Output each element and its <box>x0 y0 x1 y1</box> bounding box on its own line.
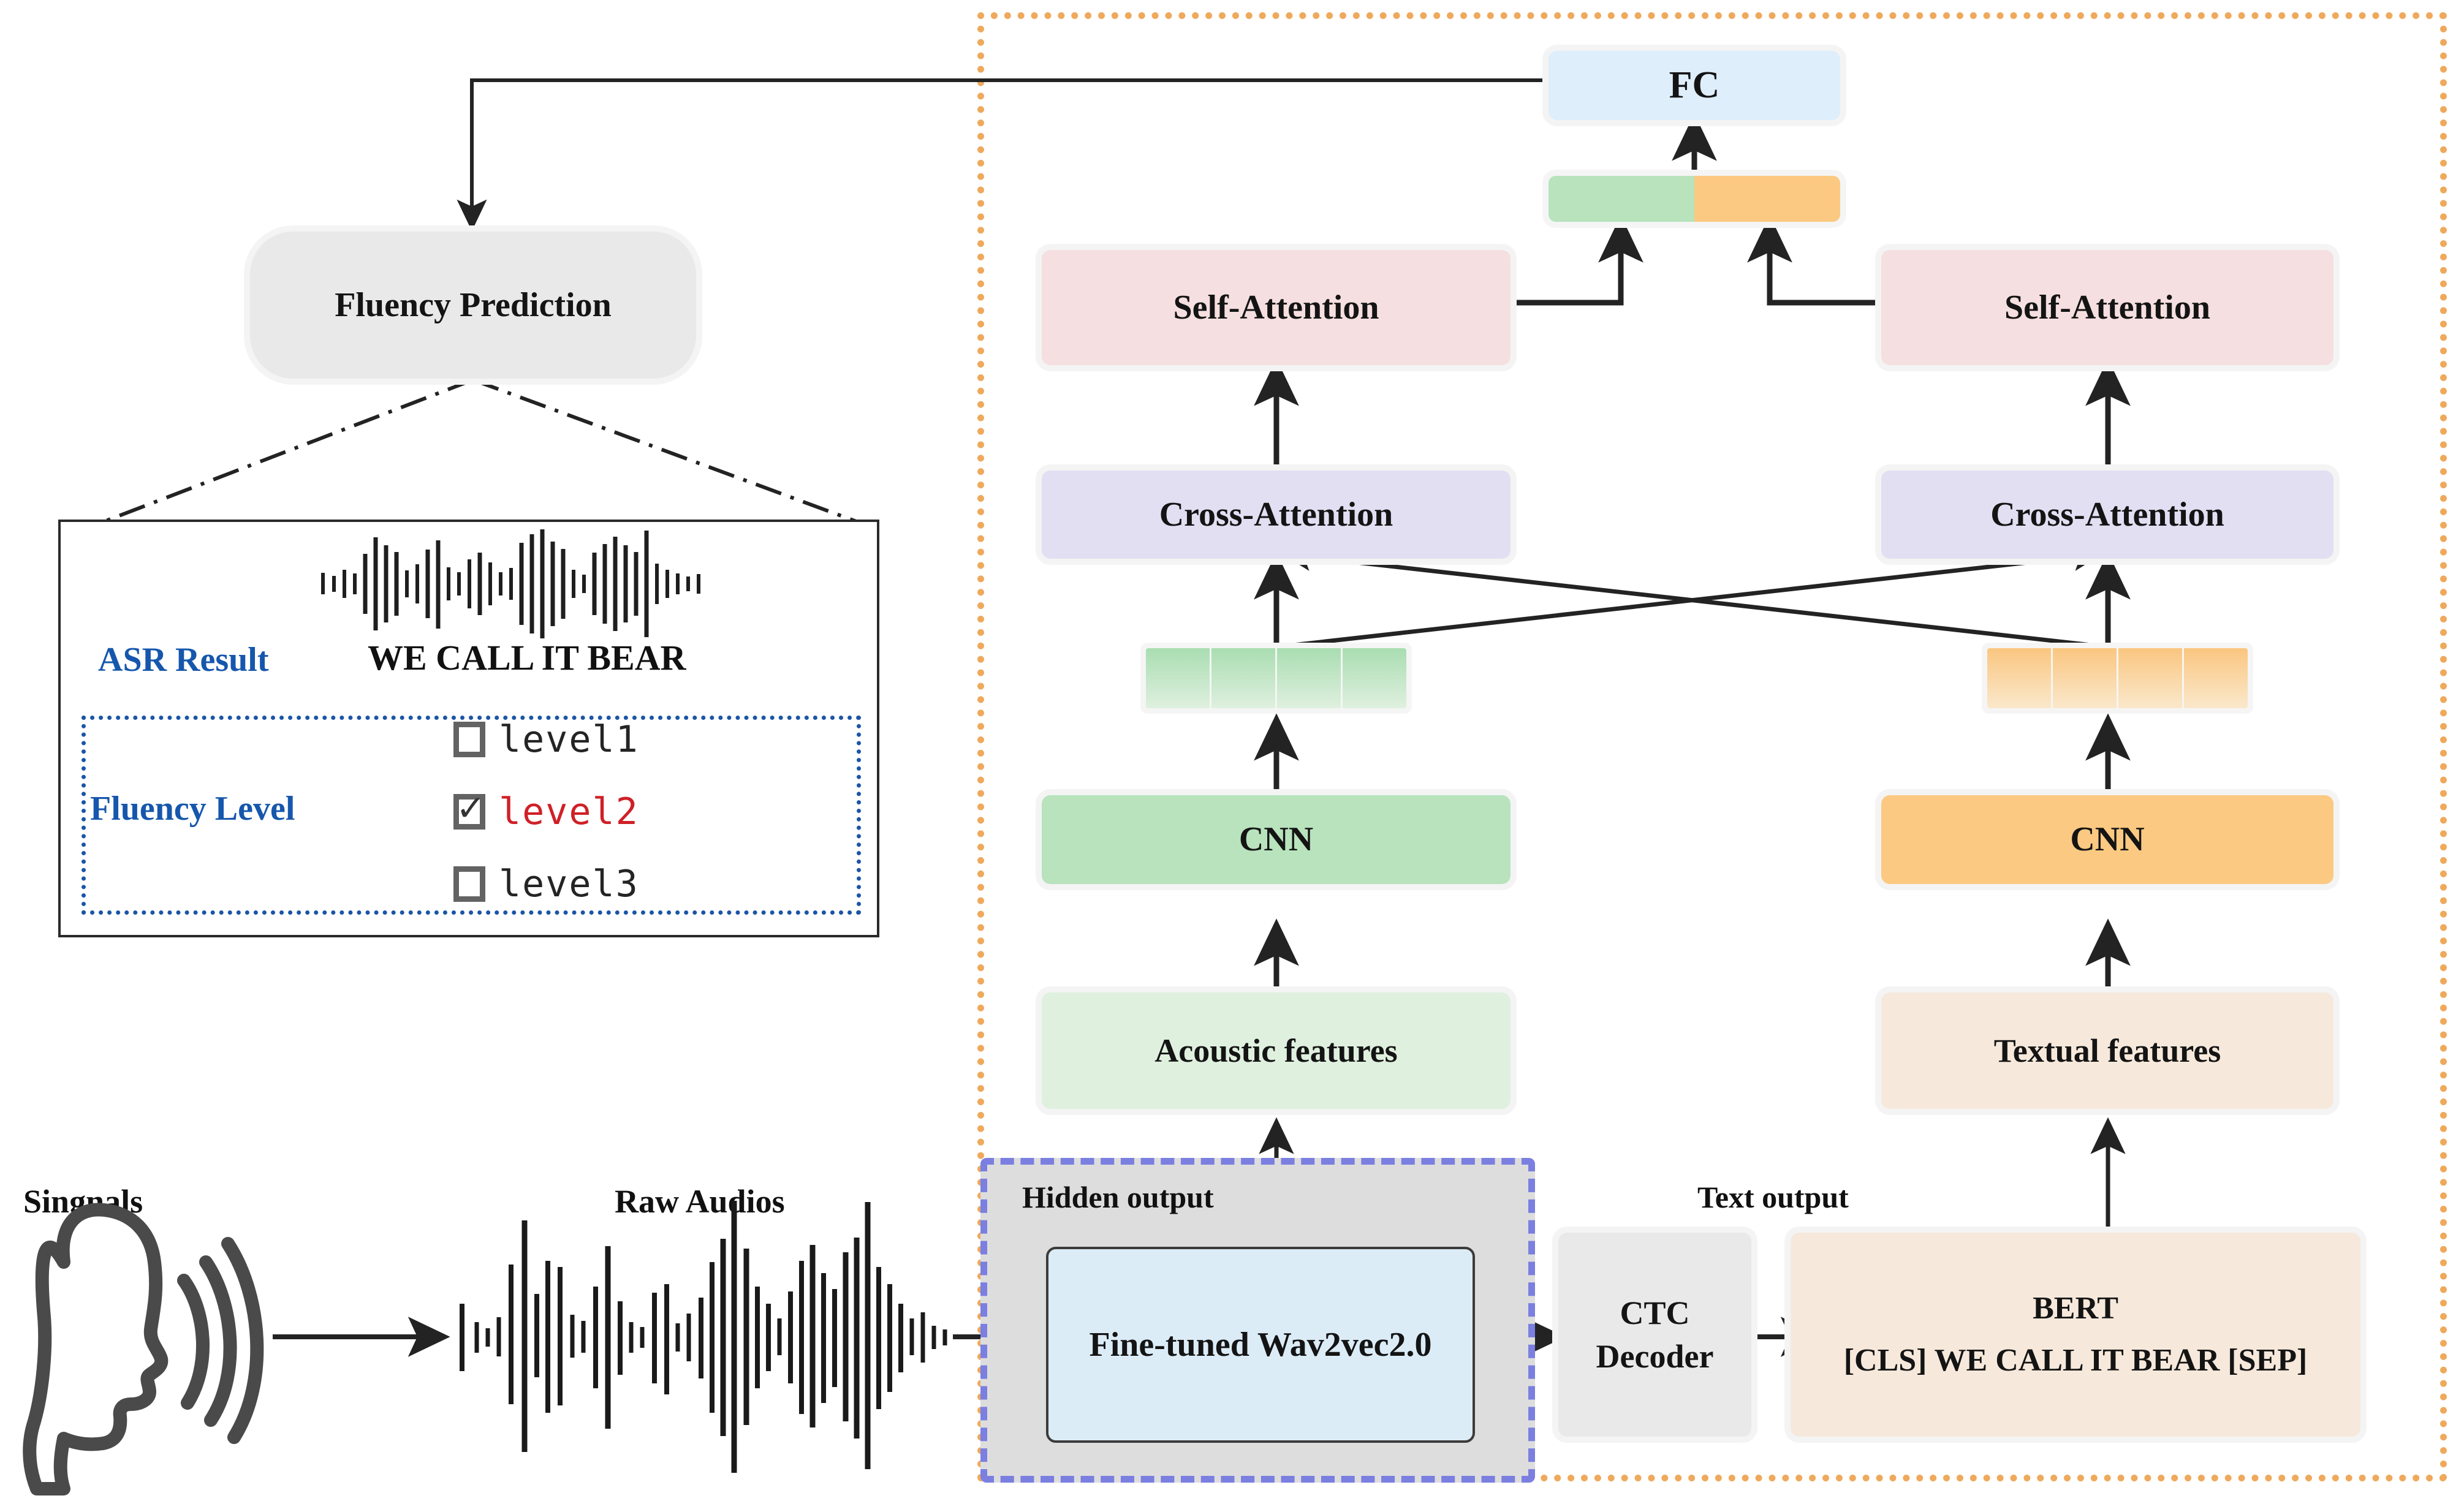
fluency-level-label: Fluency Level <box>90 790 295 828</box>
checkbox-level1[interactable] <box>453 722 485 757</box>
textual-token <box>2118 648 2184 708</box>
textual-features-label: Textual features <box>1993 1032 2221 1069</box>
cross-attention-acoustic-label: Cross-Attention <box>1159 495 1393 534</box>
cross-attention-textual[interactable]: Cross-Attention <box>1881 471 2333 559</box>
fc-label: FC <box>1669 64 1720 106</box>
cross-attention-acoustic[interactable]: Cross-Attention <box>1042 471 1511 559</box>
self-attention-textual[interactable]: Self-Attention <box>1881 250 2333 365</box>
textual-token <box>2053 648 2118 708</box>
ctc-decoder-label-line2: Decoder <box>1596 1337 1714 1375</box>
cnn-textual-label: CNN <box>2070 820 2145 859</box>
fc-block[interactable]: FC <box>1549 51 1840 120</box>
fluency-level-option-3[interactable]: level3 <box>453 863 639 906</box>
acoustic-token <box>1211 648 1277 708</box>
acoustic-features-label: Acoustic features <box>1154 1032 1398 1069</box>
cnn-textual[interactable]: CNN <box>1881 795 2333 884</box>
asr-result-text: WE CALL IT BEAR <box>368 638 686 678</box>
fluency-prediction-label: Fluency Prediction <box>335 285 612 324</box>
fluency-level-option-1[interactable]: level1 <box>453 718 639 761</box>
self-attention-textual-label: Self-Attention <box>2004 288 2210 327</box>
textual-token <box>2184 648 2248 708</box>
signals-label: Singnals <box>23 1183 143 1220</box>
hidden-output-label: Hidden output <box>1022 1180 1214 1214</box>
fluency-level-1-label: level1 <box>499 718 639 761</box>
cnn-acoustic[interactable]: CNN <box>1042 795 1511 884</box>
fluency-level-3-label: level3 <box>499 863 639 906</box>
self-attention-acoustic-label: Self-Attention <box>1173 288 1379 327</box>
acoustic-features-block[interactable]: Acoustic features <box>1042 992 1511 1109</box>
ctc-decoder-label-line1: CTC <box>1620 1295 1690 1332</box>
bert-tokens-label: [CLS] WE CALL IT BEAR [SEP] <box>1843 1342 2308 1378</box>
ctc-decoder-block[interactable]: CTC Decoder <box>1558 1233 1751 1437</box>
cnn-acoustic-label: CNN <box>1238 820 1314 859</box>
bert-block[interactable]: BERT [CLS] WE CALL IT BEAR [SEP] <box>1791 1233 2360 1437</box>
text-output-label: Text output <box>1697 1180 1849 1214</box>
fused-acoustic-half <box>1549 176 1694 222</box>
bert-label: BERT <box>2033 1291 2118 1326</box>
acoustic-token <box>1343 648 1406 708</box>
wav2vec-block[interactable]: Fine-tuned Wav2vec2.0 <box>1046 1247 1475 1443</box>
textual-token-strip <box>1987 648 2248 708</box>
check-mark-icon <box>460 724 481 748</box>
self-attention-acoustic[interactable]: Self-Attention <box>1042 250 1511 365</box>
cross-attention-textual-label: Cross-Attention <box>1990 495 2224 534</box>
fluency-level-option-2[interactable]: ✓ level2 <box>453 790 639 833</box>
checkbox-level2[interactable]: ✓ <box>453 787 486 830</box>
fused-textual-half <box>1694 176 1840 222</box>
acoustic-token <box>1277 648 1343 708</box>
diagram-canvas: FC Self-Attention Self-Attention Cross-A… <box>0 0 2464 1501</box>
raw-audios-label: Raw Audios <box>615 1183 785 1220</box>
acoustic-token <box>1146 648 1211 708</box>
textual-features-block[interactable]: Textual features <box>1881 992 2333 1109</box>
wav2vec-label: Fine-tuned Wav2vec2.0 <box>1089 1325 1432 1364</box>
checkbox-level3[interactable] <box>453 866 485 902</box>
fluency-level-2-label: level2 <box>499 790 639 833</box>
check-mark-icon: ✓ <box>455 787 486 829</box>
check-mark-icon <box>460 868 481 893</box>
textual-token <box>1987 648 2053 708</box>
fluency-prediction-block[interactable]: Fluency Prediction <box>250 232 696 379</box>
asr-result-label: ASR Result <box>98 641 269 679</box>
acoustic-token-strip <box>1146 648 1406 708</box>
fused-feature-bar <box>1549 176 1840 222</box>
